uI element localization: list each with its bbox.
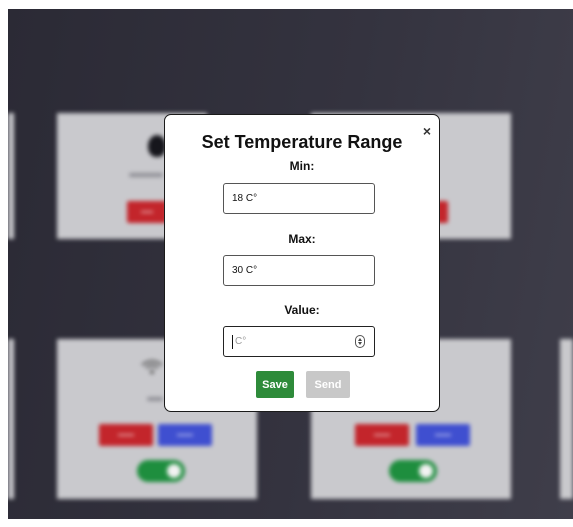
temperature-range-modal: × Set Temperature Range Min: 18 C° Max: … [164,114,440,412]
max-label: Max: [288,232,316,246]
number-spinner-icon[interactable] [355,335,365,348]
min-input[interactable]: 18 C° [223,183,375,214]
min-label: Min: [289,159,315,173]
device-card-edge [8,113,14,239]
value-placeholder: C° [235,336,247,347]
max-input[interactable]: 30 C° [223,255,375,286]
device-card-edge [8,339,14,499]
value-label: Value: [284,303,320,317]
device-toggle [389,460,437,482]
device-card-edge [560,339,573,499]
device-card-button [416,424,470,446]
device-card-button [127,201,167,223]
wifi-icon [141,360,163,374]
text-caret [232,335,233,349]
device-card-button [99,424,153,446]
send-button[interactable]: Send [306,371,350,398]
modal-title: Set Temperature Range [201,132,403,152]
device-card-label [129,173,163,177]
device-toggle [137,460,185,482]
device-card-label [147,397,163,401]
value-input[interactable]: C° [223,326,375,357]
device-card-button [355,424,409,446]
device-card-button [158,424,212,446]
save-button[interactable]: Save [256,371,294,398]
